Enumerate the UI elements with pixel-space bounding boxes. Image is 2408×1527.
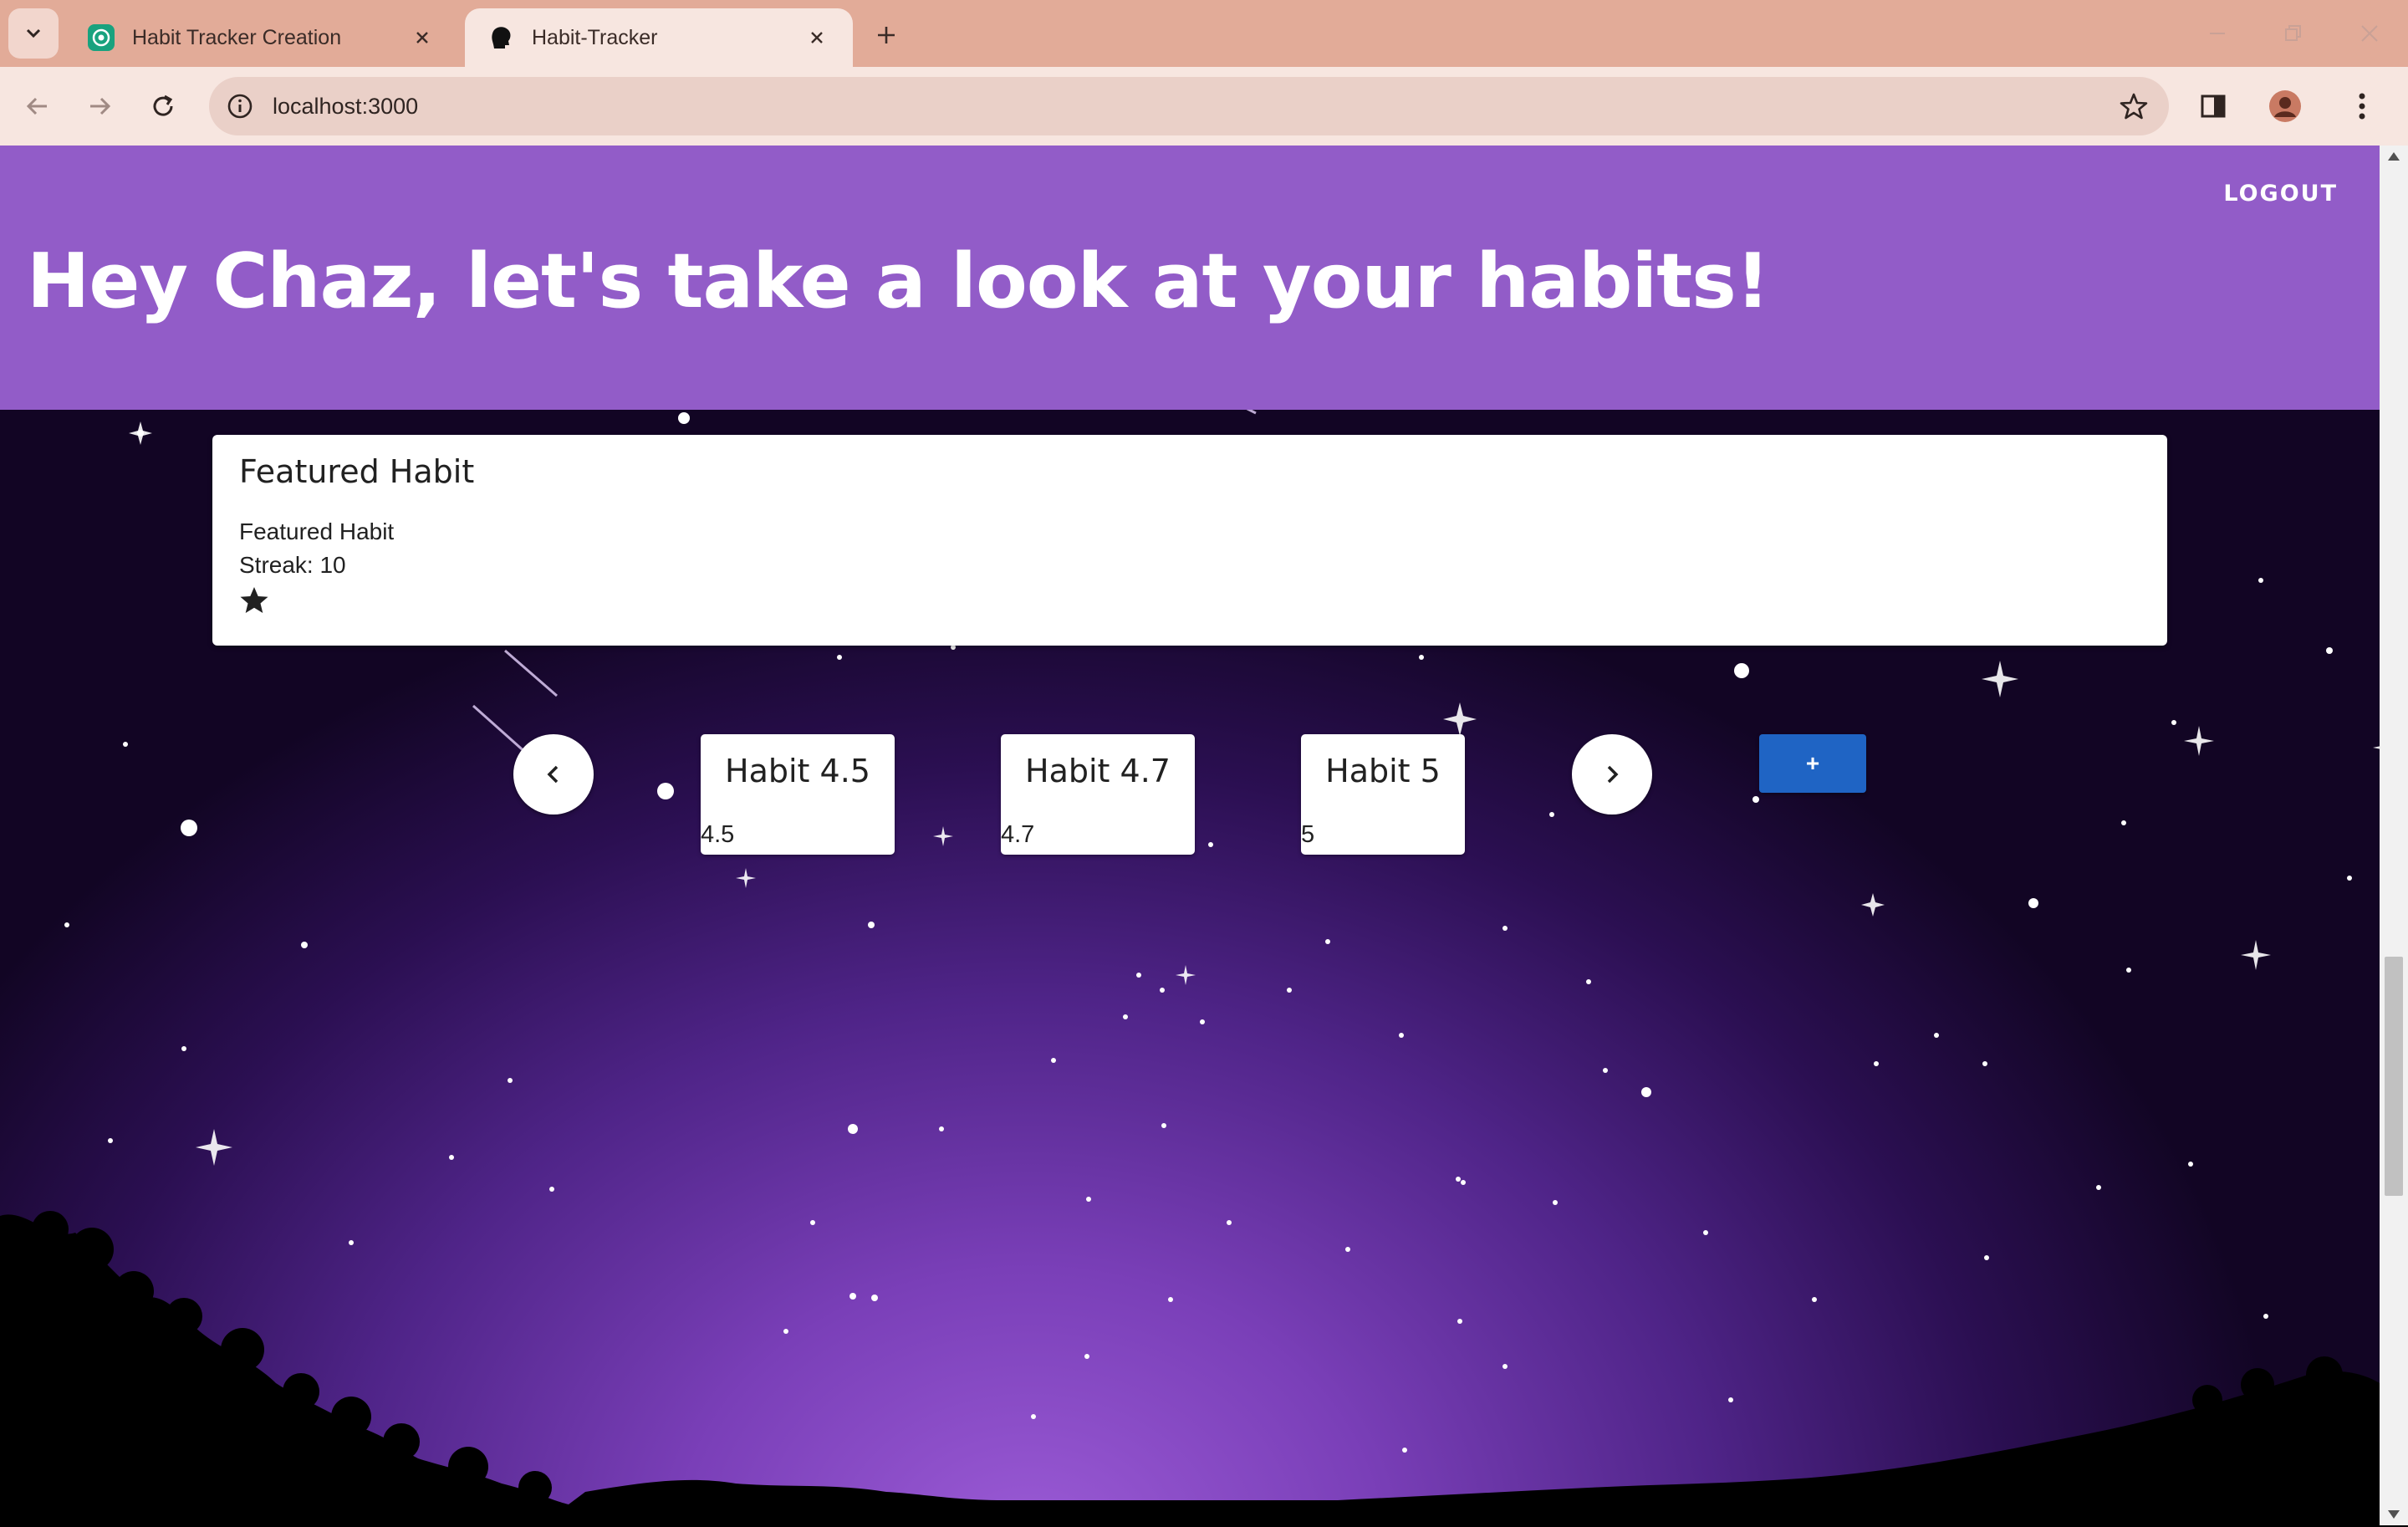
page-scrollbar[interactable] bbox=[2380, 146, 2408, 1525]
habit-card[interactable]: Habit 4.5 4.5 bbox=[701, 734, 895, 855]
habit-value: 4.5 bbox=[701, 821, 735, 848]
habit-name: Habit 5 bbox=[1325, 753, 1441, 789]
restore-icon bbox=[2285, 25, 2301, 41]
chevron-down-icon bbox=[26, 28, 41, 38]
add-habit-button[interactable]: + bbox=[1759, 734, 1866, 793]
scroll-down-arrow-icon[interactable] bbox=[2388, 1510, 2400, 1519]
arrow-left-icon bbox=[26, 97, 47, 115]
plus-icon bbox=[878, 27, 895, 43]
tab-strip: Habit Tracker Creation Habit-Tracker bbox=[0, 0, 2408, 67]
profile-button[interactable] bbox=[2264, 85, 2306, 127]
habit-card[interactable]: Habit 5 5 bbox=[1301, 734, 1465, 855]
carousel-next-button[interactable] bbox=[1572, 734, 1652, 815]
bookmark-star-icon[interactable] bbox=[2119, 91, 2149, 121]
scrollbar-thumb[interactable] bbox=[2385, 957, 2403, 1196]
tab-title: Habit Tracker Creation bbox=[132, 25, 342, 49]
url-text: localhost:3000 bbox=[273, 93, 419, 119]
scroll-up-arrow-icon[interactable] bbox=[2388, 152, 2400, 161]
reload-icon bbox=[153, 94, 173, 116]
info-icon[interactable] bbox=[226, 92, 254, 120]
tab-search-button[interactable] bbox=[8, 8, 59, 59]
menu-button[interactable] bbox=[2341, 85, 2383, 127]
page-viewport: LOGOUT Hey Chaz, let's take a look at yo… bbox=[0, 146, 2380, 1525]
chevron-right-icon bbox=[1607, 765, 1619, 784]
avatar-icon bbox=[2269, 90, 2301, 122]
chatgpt-icon bbox=[88, 24, 115, 51]
habit-value: 5 bbox=[1301, 821, 1315, 848]
close-tab-icon[interactable] bbox=[408, 23, 436, 52]
address-bar[interactable]: localhost:3000 bbox=[209, 77, 2169, 135]
kebab-menu-icon bbox=[2359, 93, 2365, 120]
close-icon bbox=[2361, 25, 2378, 42]
habit-card[interactable]: Habit 4.7 4.7 bbox=[1001, 734, 1195, 855]
habit-value: 4.7 bbox=[1001, 821, 1035, 848]
forward-button[interactable] bbox=[79, 85, 120, 127]
arrow-right-icon bbox=[90, 97, 111, 115]
minimize-icon bbox=[2210, 33, 2225, 34]
logout-button[interactable]: LOGOUT bbox=[2223, 181, 2338, 207]
featured-habit-card: Featured Habit Featured Habit Streak: 10 bbox=[212, 435, 2167, 646]
side-panel-icon bbox=[2201, 94, 2226, 118]
habit-name: Habit 4.7 bbox=[1025, 753, 1171, 789]
featured-heading: Featured Habit bbox=[239, 453, 475, 490]
app-head-icon bbox=[492, 27, 511, 49]
chevron-left-icon bbox=[547, 765, 559, 784]
tab-habit-tracker[interactable]: Habit-Tracker bbox=[465, 8, 853, 67]
minimize-button[interactable] bbox=[2192, 13, 2242, 54]
tab-title: Habit-Tracker bbox=[532, 25, 658, 49]
browser-toolbar: localhost:3000 bbox=[0, 67, 2408, 146]
tab-habit-tracker-creation[interactable]: Habit Tracker Creation bbox=[65, 8, 458, 67]
carousel-prev-button[interactable] bbox=[513, 734, 594, 815]
restore-button[interactable] bbox=[2268, 13, 2318, 54]
page-title: Hey Chaz, let's take a look at your habi… bbox=[27, 237, 1770, 325]
new-tab-button[interactable] bbox=[870, 18, 903, 52]
back-button[interactable] bbox=[17, 85, 59, 127]
side-panel-button[interactable] bbox=[2192, 85, 2234, 127]
reload-button[interactable] bbox=[142, 85, 184, 127]
app-header: LOGOUT Hey Chaz, let's take a look at yo… bbox=[0, 146, 2380, 410]
close-tab-icon[interactable] bbox=[803, 23, 831, 52]
close-window-button[interactable] bbox=[2344, 13, 2395, 54]
featured-habit-name: Featured Habit bbox=[239, 518, 395, 544]
habit-name: Habit 4.5 bbox=[725, 753, 870, 789]
streak-text: Streak: 10 bbox=[239, 552, 346, 578]
star-icon bbox=[240, 587, 268, 613]
